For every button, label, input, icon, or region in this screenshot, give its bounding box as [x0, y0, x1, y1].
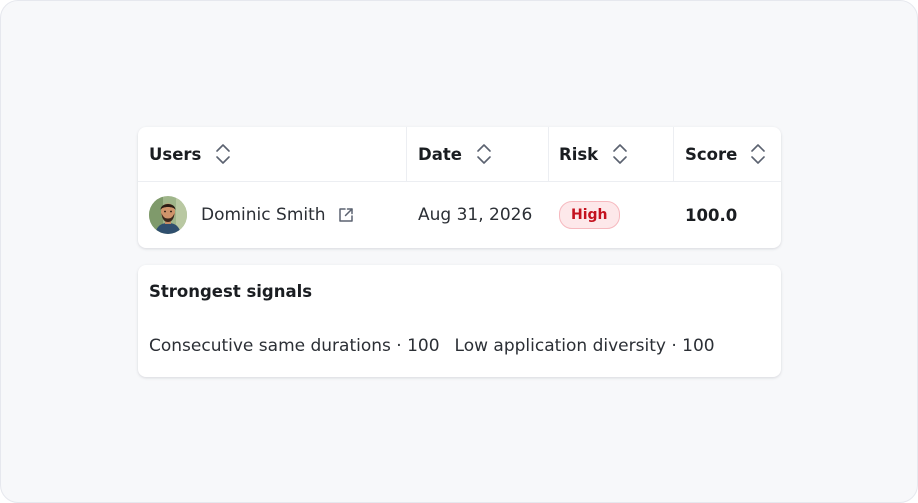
users-table: Users Date Risk Score Dominic Smith Aug … — [138, 127, 781, 248]
table-header: Users Date Risk Score — [138, 127, 781, 182]
risk-cell: High — [559, 182, 620, 248]
score-value: 100.0 — [685, 205, 738, 225]
sort-icon[interactable] — [215, 142, 231, 166]
column-header-risk[interactable]: Risk — [559, 127, 628, 181]
signals-list: Consecutive same durations · 100 Low app… — [149, 336, 730, 356]
external-link-icon[interactable] — [338, 207, 354, 223]
user-name[interactable]: Dominic Smith — [201, 205, 326, 225]
signals-title: Strongest signals — [149, 282, 313, 301]
table-row[interactable]: Dominic Smith Aug 31, 2026 High 100.0 — [138, 182, 781, 248]
header-label-score: Score — [685, 144, 738, 164]
column-divider — [406, 127, 407, 181]
column-header-date[interactable]: Date — [418, 127, 492, 181]
score-cell: 100.0 — [685, 182, 737, 248]
column-header-score[interactable]: Score — [685, 127, 766, 181]
sort-icon[interactable] — [476, 142, 492, 166]
header-label-users: Users — [149, 144, 202, 164]
sort-icon[interactable] — [612, 142, 628, 166]
risk-badge: High — [559, 201, 620, 229]
signal-item: Consecutive same durations · 100 — [149, 336, 440, 356]
date-cell: Aug 31, 2026 — [418, 182, 532, 248]
column-divider — [673, 127, 674, 181]
column-divider — [548, 127, 549, 181]
column-header-users[interactable]: Users — [149, 127, 231, 181]
date-value: Aug 31, 2026 — [418, 205, 533, 225]
avatar[interactable] — [149, 196, 187, 234]
page-frame: Users Date Risk Score Dominic Smith Aug … — [0, 0, 918, 503]
header-label-risk: Risk — [559, 144, 599, 164]
signal-item: Low application diversity · 100 — [454, 336, 715, 356]
user-cell: Dominic Smith — [149, 182, 354, 248]
header-label-date: Date — [418, 144, 462, 164]
signals-panel: Strongest signals Consecutive same durat… — [138, 265, 781, 377]
sort-icon[interactable] — [750, 142, 766, 166]
